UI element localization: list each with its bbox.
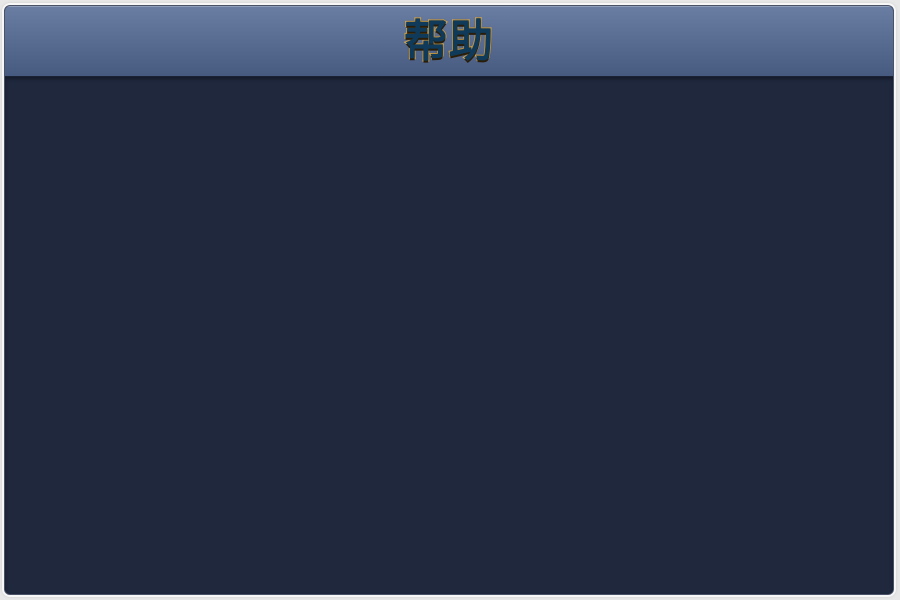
help-dialog: 帮助 (4, 5, 894, 595)
dialog-header: 帮助 (5, 6, 893, 77)
dialog-title: 帮助 (403, 16, 494, 67)
help-content-panel (5, 77, 893, 594)
